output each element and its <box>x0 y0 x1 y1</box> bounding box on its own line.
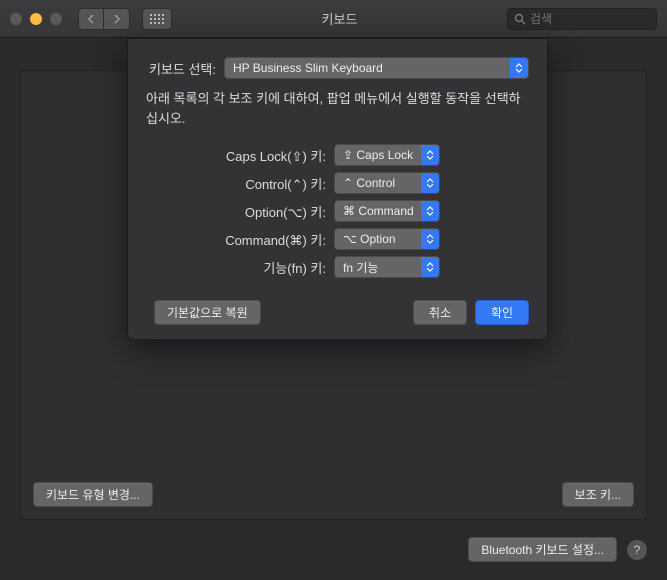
close-window-button[interactable] <box>10 13 22 25</box>
key-row-command: Command(⌘) 키: ⌥ Option <box>146 228 529 250</box>
dropdown-arrows-icon <box>510 58 528 78</box>
nav-buttons <box>78 8 130 30</box>
cancel-button[interactable]: 취소 <box>413 300 467 325</box>
forward-button[interactable] <box>104 8 130 30</box>
command-select[interactable]: ⌥ Option <box>334 228 440 250</box>
sheet-description: 아래 목록의 각 보조 키에 대하여, 팝업 메뉴에서 실행할 동작을 선택하십… <box>146 89 529 128</box>
dropdown-arrows-icon <box>421 173 439 193</box>
key-mapping-rows: Caps Lock(⇪) 키: ⇪ Caps Lock Control(⌃) 키… <box>146 144 529 278</box>
keyboard-select-value: HP Business Slim Keyboard <box>233 61 383 75</box>
modifier-keys-button[interactable]: 보조 키... <box>562 482 634 507</box>
select-value: ⇪ Caps Lock <box>343 148 413 162</box>
select-value: ⌥ Option <box>343 232 396 246</box>
window-title: 키보드 <box>180 9 499 28</box>
traffic-lights <box>10 13 62 25</box>
search-field[interactable] <box>507 8 657 30</box>
key-label: Command(⌘) 키: <box>146 230 326 249</box>
key-label: Control(⌃) 키: <box>146 174 326 193</box>
select-value: ⌘ Command <box>343 204 414 218</box>
select-value: fn 기능 <box>343 259 378 276</box>
key-row-control: Control(⌃) 키: ⌃ Control <box>146 172 529 194</box>
control-select[interactable]: ⌃ Control <box>334 172 440 194</box>
minimize-window-button[interactable] <box>30 13 42 25</box>
select-value: ⌃ Control <box>343 176 395 190</box>
option-select[interactable]: ⌘ Command <box>334 200 440 222</box>
key-label: Caps Lock(⇪) 키: <box>146 146 326 165</box>
change-keyboard-type-button[interactable]: 키보드 유형 변경... <box>33 482 153 507</box>
window-footer: Bluetooth 키보드 설정... ? <box>468 537 647 562</box>
capslock-select[interactable]: ⇪ Caps Lock <box>334 144 440 166</box>
search-input[interactable] <box>530 12 650 26</box>
fn-select[interactable]: fn 기능 <box>334 256 440 278</box>
zoom-window-button[interactable] <box>50 13 62 25</box>
dropdown-arrows-icon <box>421 229 439 249</box>
dropdown-arrows-icon <box>421 257 439 277</box>
key-label: Option(⌥) 키: <box>146 202 326 221</box>
bluetooth-keyboard-setup-button[interactable]: Bluetooth 키보드 설정... <box>468 537 617 562</box>
modifier-keys-sheet: 키보드 선택: HP Business Slim Keyboard 아래 목록의… <box>127 38 548 340</box>
dropdown-arrows-icon <box>421 145 439 165</box>
search-icon <box>514 13 526 25</box>
show-all-button[interactable] <box>142 8 172 30</box>
key-row-option: Option(⌥) 키: ⌘ Command <box>146 200 529 222</box>
key-row-capslock: Caps Lock(⇪) 키: ⇪ Caps Lock <box>146 144 529 166</box>
restore-defaults-button[interactable]: 기본값으로 복원 <box>154 300 261 325</box>
key-label: 기능(fn) 키: <box>146 258 326 277</box>
keyboard-select[interactable]: HP Business Slim Keyboard <box>224 57 529 79</box>
window-toolbar: 키보드 <box>0 0 667 38</box>
back-button[interactable] <box>78 8 104 30</box>
keyboard-select-label: 키보드 선택: <box>146 59 216 78</box>
help-button[interactable]: ? <box>627 540 647 560</box>
dropdown-arrows-icon <box>421 201 439 221</box>
sheet-button-bar: 기본값으로 복원 취소 확인 <box>146 300 529 325</box>
key-row-fn: 기능(fn) 키: fn 기능 <box>146 256 529 278</box>
ok-button[interactable]: 확인 <box>475 300 529 325</box>
